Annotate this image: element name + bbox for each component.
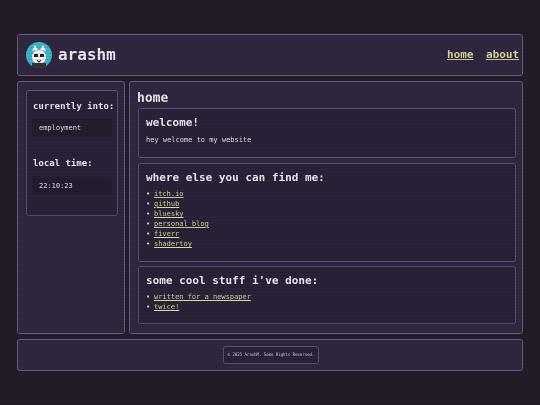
- cool-stuff-list: • written for a newspaper • twice!: [146, 292, 251, 312]
- local-time-heading: local time:: [33, 159, 93, 169]
- copyright-text: © 2025 ArashM. Some Rights Reserved.: [227, 352, 315, 357]
- nav-link-home[interactable]: home: [447, 48, 474, 61]
- link-shadertoy[interactable]: shadertoy: [154, 240, 192, 248]
- link-fiverr[interactable]: fiverr: [154, 230, 179, 238]
- local-time-value: 22:10:23: [32, 177, 112, 195]
- sidebar-status-box: currently into: employment local time: 2…: [26, 90, 118, 216]
- currently-into-heading: currently into:: [33, 102, 115, 112]
- list-item: • twice!: [146, 303, 180, 311]
- list-item: • personal blog: [146, 220, 209, 228]
- site-header: arashm home about: [17, 34, 523, 76]
- logo-avatar-icon[interactable]: [26, 42, 52, 68]
- nav-link-about[interactable]: about: [486, 48, 519, 61]
- list-item: • github: [146, 200, 180, 208]
- link-newspaper[interactable]: written for a newspaper: [154, 293, 251, 301]
- find-me-title: where else you can find me:: [146, 171, 325, 184]
- list-item: • shadertoy: [146, 240, 192, 248]
- welcome-title: welcome!: [146, 116, 199, 129]
- site-title[interactable]: arashm: [58, 45, 116, 64]
- footer-box: © 2025 ArashM. Some Rights Reserved.: [223, 346, 319, 364]
- cool-stuff-title: some cool stuff i've done:: [146, 274, 319, 287]
- find-me-card: where else you can find me: • itch.io • gi…: [138, 163, 516, 262]
- list-item: • bluesky: [146, 210, 184, 218]
- welcome-text: hey welcome to my website: [146, 136, 252, 144]
- main-content: home welcome! hey welcome to my website …: [129, 81, 523, 334]
- list-item: • fiverr: [146, 230, 180, 238]
- cool-stuff-card: some cool stuff i've done: • written for …: [138, 266, 516, 324]
- list-item: • written for a newspaper: [146, 293, 251, 301]
- link-itchio[interactable]: itch.io: [154, 190, 184, 198]
- link-twice[interactable]: twice!: [154, 303, 179, 311]
- page-title: home: [137, 91, 169, 106]
- sidebar: currently into: employment local time: 2…: [17, 81, 125, 334]
- list-item: • itch.io: [146, 190, 184, 198]
- welcome-card: welcome! hey welcome to my website: [138, 108, 516, 158]
- link-github[interactable]: github: [154, 200, 179, 208]
- find-me-list: • itch.io • github • bluesky • personal blog…: [146, 189, 209, 249]
- link-bluesky[interactable]: bluesky: [154, 210, 184, 218]
- link-personal-blog[interactable]: personal blog: [154, 220, 209, 228]
- site-footer: © 2025 ArashM. Some Rights Reserved.: [17, 339, 523, 371]
- currently-into-value: employment: [32, 119, 112, 137]
